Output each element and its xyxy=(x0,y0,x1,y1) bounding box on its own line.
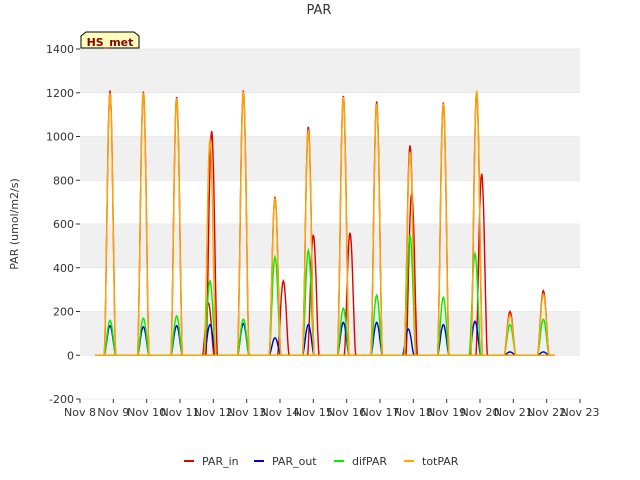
y-tick-label: 1000 xyxy=(46,131,74,144)
badge-label: HS_met xyxy=(87,36,134,49)
x-tick-label: Nov 9 xyxy=(97,406,129,419)
grid-band xyxy=(80,355,580,399)
x-tick-label: Nov 8 xyxy=(64,406,96,419)
chart-title: PAR xyxy=(307,3,332,18)
y-tick-label: 600 xyxy=(53,218,74,231)
grid-band xyxy=(80,267,580,312)
par-chart: -200 0 200 400 600 800 1000 1200 1400 Nov 8 Nov 9… xyxy=(8,3,599,468)
y-tick-label: 800 xyxy=(53,174,74,187)
grid-band xyxy=(80,180,580,224)
legend-label: totPAR xyxy=(422,455,459,468)
y-tick-label: 1200 xyxy=(46,87,74,100)
legend-label: PAR_out xyxy=(272,455,317,468)
y-tick-label: 1400 xyxy=(46,43,74,56)
y-axis-label: PAR (umol/m2/s) xyxy=(8,178,21,270)
y-tick-label: 400 xyxy=(53,262,74,275)
legend-label: PAR_in xyxy=(202,455,239,468)
legend-label: difPAR xyxy=(352,455,387,468)
grid-band xyxy=(80,92,580,137)
y-tick-label: -200 xyxy=(49,393,74,406)
y-tick-label: 200 xyxy=(53,306,74,319)
y-tick-label: 0 xyxy=(67,349,74,362)
x-tick-label: Nov 23 xyxy=(561,406,600,419)
y-axis: -200 0 200 400 600 800 1000 1200 1400 xyxy=(46,43,80,406)
x-axis: Nov 8 Nov 9Nov 10Nov 11Nov 12Nov 13Nov 14… xyxy=(64,399,599,419)
legend: PAR_in PAR_out difPAR totPAR xyxy=(184,455,459,468)
hs-met-badge: HS_met xyxy=(80,31,140,49)
